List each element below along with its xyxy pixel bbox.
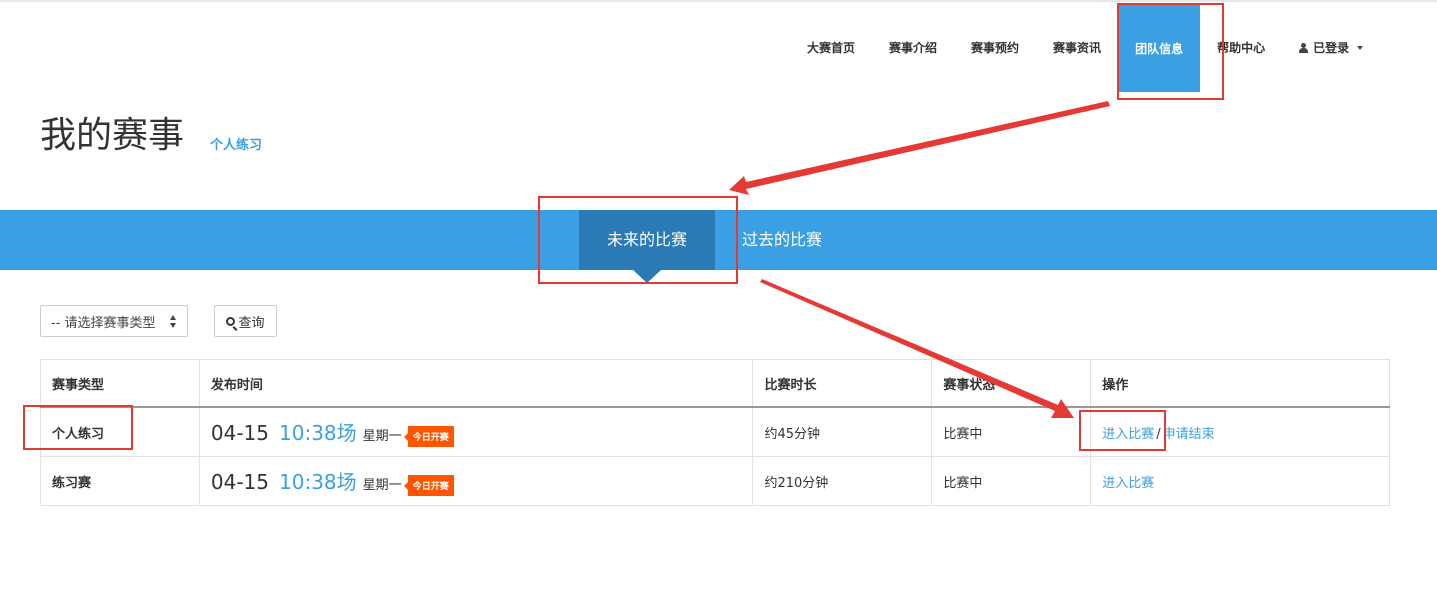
- active-tab-pointer: [633, 270, 661, 283]
- table-header-row: 赛事类型 发布时间 比赛时长 赛事状态 操作: [40, 359, 1390, 408]
- col-header-publish-time: 发布时间: [198, 359, 754, 408]
- caret-down-icon: [1357, 45, 1364, 50]
- nav-item-help[interactable]: 帮助中心: [1200, 0, 1282, 95]
- nav-item-reservation[interactable]: 赛事预约: [954, 0, 1036, 95]
- cell-type: 个人练习: [40, 406, 200, 457]
- cell-status: 比赛中: [931, 456, 1092, 506]
- match-date: 04-15: [210, 470, 269, 494]
- cell-publish-time: 04-15 10:38场 星期一 今日开赛: [198, 406, 754, 457]
- enter-match-link[interactable]: 进入比赛: [1102, 476, 1154, 491]
- main-nav: 大赛首页 赛事介绍 赛事预约 赛事资讯 团队信息 帮助中心 已登录: [790, 0, 1380, 95]
- page-title: 我的赛事: [40, 115, 185, 156]
- nav-item-home[interactable]: 大赛首页: [790, 0, 872, 95]
- nav-item-news[interactable]: 赛事资讯: [1036, 0, 1118, 95]
- cell-publish-time: 04-15 10:38场 星期一 今日开赛: [198, 456, 754, 506]
- cell-actions: 进入比赛 / 申请结束: [1090, 406, 1390, 457]
- match-type-select[interactable]: -- 请选择赛事类型: [40, 305, 188, 337]
- query-button[interactable]: 查询: [214, 305, 277, 337]
- query-button-label: 查询: [238, 315, 265, 331]
- col-header-status: 赛事状态: [931, 359, 1092, 408]
- match-weekday: 星期一: [362, 478, 402, 493]
- cell-status: 比赛中: [931, 406, 1092, 457]
- today-start-badge: 今日开赛: [403, 475, 454, 496]
- personal-practice-link[interactable]: 个人练习: [210, 134, 262, 153]
- match-time: 10:38场: [279, 470, 357, 494]
- matches-table: 赛事类型 发布时间 比赛时长 赛事状态 操作 个人练习 04-15 10:38场星…: [40, 359, 1390, 506]
- tab-future-label: 未来的比赛: [606, 230, 687, 249]
- tab-future-matches[interactable]: 未来的比赛: [579, 210, 715, 283]
- arrow-to-future-tab: [729, 101, 1110, 195]
- request-end-link[interactable]: 申请结束: [1163, 427, 1215, 442]
- match-tabs: 未来的比赛 过去的比赛: [0, 210, 1437, 283]
- match-weekday: 星期一: [362, 429, 402, 444]
- col-header-actions: 操作: [1090, 359, 1390, 408]
- search-icon: [226, 316, 236, 326]
- tab-past-matches[interactable]: 过去的比赛: [742, 210, 822, 270]
- table-row: 个人练习 04-15 10:38场 星期一 今日开赛 约45分钟 比赛中 进入比赛 /…: [40, 406, 1390, 457]
- col-header-type: 赛事类型: [40, 359, 200, 408]
- cell-duration: 约45分钟: [752, 406, 933, 457]
- cell-actions: 进入比赛: [1090, 456, 1390, 506]
- cell-duration: 约210分钟: [752, 456, 933, 506]
- cell-type: 练习赛: [40, 456, 200, 506]
- match-date: 04-15: [210, 421, 269, 445]
- match-time: 10:38场: [279, 421, 357, 445]
- nav-item-team-info[interactable]: 团队信息: [1118, 4, 1201, 92]
- user-menu[interactable]: 已登录: [1282, 0, 1380, 95]
- user-menu-label: 已登录: [1313, 41, 1350, 55]
- today-start-badge: 今日开赛: [403, 426, 454, 447]
- match-type-select-value: -- 请选择赛事类型: [51, 315, 156, 331]
- table-row: 练习赛 04-15 10:38场 星期一 今日开赛 约210分钟 比赛中 进入比赛: [40, 456, 1390, 506]
- action-separator: /: [1156, 426, 1161, 442]
- col-header-duration: 比赛时长: [752, 359, 933, 408]
- select-arrows-icon: [170, 315, 177, 328]
- enter-match-link[interactable]: 进入比赛: [1102, 427, 1154, 442]
- nav-item-intro[interactable]: 赛事介绍: [872, 0, 954, 95]
- user-icon: [1299, 42, 1309, 53]
